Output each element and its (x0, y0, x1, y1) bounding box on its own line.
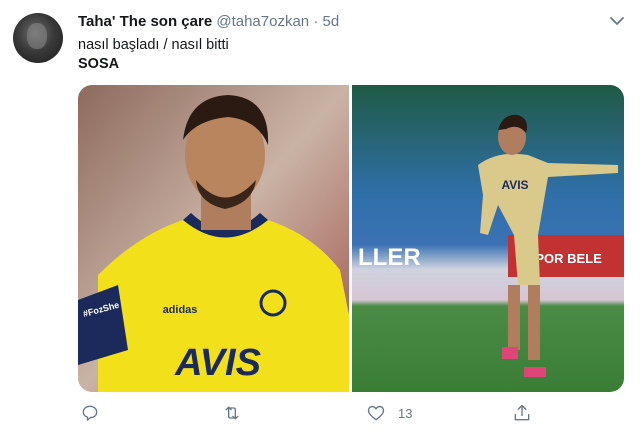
left-shirt-brand: adidas (163, 304, 198, 316)
tweet-time[interactable]: 5d (322, 13, 339, 30)
media-grid: #FozShe AVIS adidas LLER ESPOR BELE AVIS (78, 85, 624, 392)
tweet-text-line2: SOSA (78, 56, 120, 72)
left-photo[interactable]: #FozShe AVIS adidas (78, 85, 349, 392)
club-crest (259, 289, 287, 317)
reply-icon (82, 405, 98, 421)
retweet-button[interactable] (222, 401, 242, 425)
tweet-text-line1: nasıl başladı / nasıl bitti (78, 37, 229, 53)
heart-icon (367, 405, 385, 421)
like-button[interactable]: 13 (366, 401, 412, 425)
tweet-header: Taha' The son çare @taha7ozkan · 5d (78, 13, 339, 30)
share-icon (514, 404, 530, 421)
tweet-actions: 13 (78, 401, 624, 425)
chevron-down-icon[interactable] (608, 12, 626, 30)
author-handle[interactable]: @taha7ozkan (216, 13, 309, 30)
tweet-text: nasıl başladı / nasıl bitti SOSA (78, 36, 229, 74)
right-shirt-sponsor: AVIS (501, 178, 528, 192)
reply-button[interactable] (80, 401, 100, 425)
right-banner-text-left: LLER (358, 244, 421, 271)
like-count: 13 (398, 405, 413, 421)
share-button[interactable] (512, 401, 532, 425)
right-photo[interactable]: LLER ESPOR BELE AVIS (352, 85, 624, 392)
left-shirt-sponsor: AVIS (174, 342, 261, 384)
retweet-icon (225, 406, 239, 420)
avatar-face (27, 23, 47, 49)
author-name[interactable]: Taha' The son çare (78, 13, 212, 30)
header-separator: · (313, 13, 319, 30)
author-avatar[interactable] (13, 13, 63, 63)
tweet-media[interactable]: #FozShe AVIS adidas LLER ESPOR BELE AVIS (78, 85, 624, 392)
media-divider (349, 85, 352, 392)
